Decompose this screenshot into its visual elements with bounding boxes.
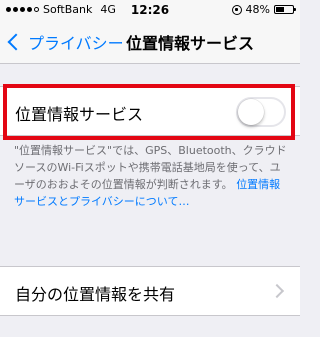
toggle-knob (238, 99, 264, 125)
status-bar: SoftBank 4G 12:26 48% (0, 0, 300, 20)
location-services-label: 位置情報サービス (15, 105, 144, 124)
status-right: 48% (231, 3, 296, 16)
navigation-bar: プライバシー 位置情報サービス (0, 20, 300, 64)
rotation-lock-icon (231, 4, 242, 15)
battery-percent: 48% (245, 3, 270, 16)
share-my-location-row[interactable]: 自分の位置情報を共有 (0, 266, 300, 316)
battery-icon (274, 5, 296, 14)
share-my-location-label: 自分の位置情報を共有 (15, 285, 176, 304)
back-button-label: プライバシー (28, 34, 124, 53)
location-services-description: "位置情報サービス"では、GPS、Bluetooth、クラウドソースのWi-Fi… (14, 142, 288, 210)
chevron-right-icon (269, 283, 285, 299)
battery-fill (276, 7, 284, 12)
back-button[interactable]: プライバシー (6, 30, 124, 54)
chevron-left-icon (7, 33, 25, 51)
page-title: 位置情報サービス (126, 34, 255, 53)
location-services-row: 位置情報サービス (0, 86, 300, 136)
location-services-toggle[interactable] (236, 97, 286, 127)
